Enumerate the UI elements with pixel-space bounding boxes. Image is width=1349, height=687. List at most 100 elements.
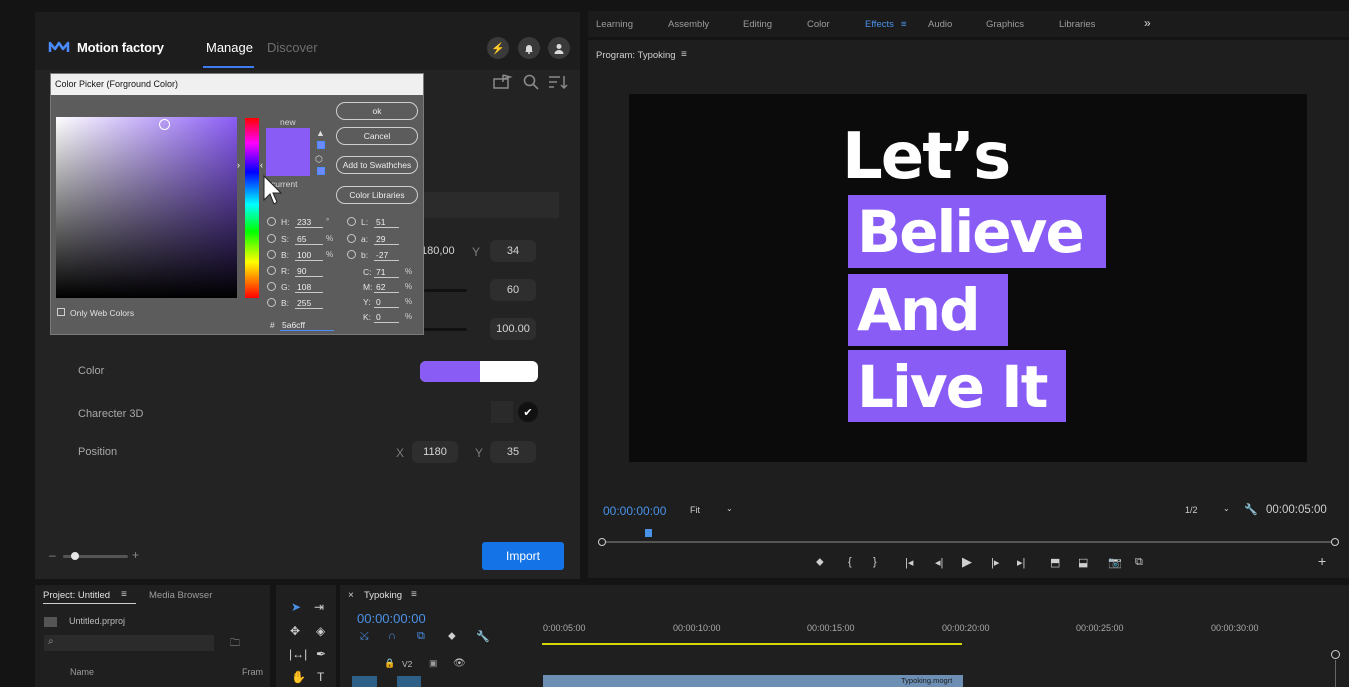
type-tool-icon[interactable]: T (317, 670, 324, 684)
eye-icon[interactable]: 👁 (453, 658, 466, 669)
hue-left-arrow-icon[interactable]: › (237, 160, 240, 170)
new-bin-icon[interactable]: 🗀 (230, 636, 240, 653)
search-icon[interactable] (523, 74, 539, 90)
add-to-swatches-button[interactable]: Add to Swathches (336, 156, 418, 174)
hue-slider[interactable] (245, 118, 259, 298)
workspace-audio[interactable]: Audio (928, 19, 952, 30)
only-web-colors-checkbox[interactable] (57, 308, 65, 316)
workspace-assembly[interactable]: Assembly (668, 19, 709, 30)
radio-s[interactable] (267, 234, 276, 243)
program-scrubber[interactable] (603, 541, 1334, 543)
charecter-3d-checkbox[interactable]: ✔ (518, 402, 538, 422)
add-marker-icon[interactable]: ⬥ (816, 556, 824, 569)
position-x-field[interactable]: 1180 (412, 441, 458, 463)
cancel-button[interactable]: Cancel (336, 127, 418, 145)
workspace-menu-icon[interactable]: ≡ (901, 19, 907, 30)
go-to-in-icon[interactable]: |◂ (905, 556, 913, 569)
sequence-menu-icon[interactable]: ≡ (411, 589, 417, 600)
y-value-field[interactable]: 34 (490, 240, 536, 262)
hand-tool-icon[interactable]: ✋ (291, 670, 306, 684)
a-field[interactable]: 29 (374, 234, 399, 245)
color-field-cursor[interactable] (159, 119, 170, 130)
workspace-color[interactable]: Color (807, 19, 830, 30)
hex-field[interactable]: 5a6cff (280, 320, 334, 331)
close-sequence-icon[interactable]: × (348, 590, 354, 601)
radio-a[interactable] (347, 234, 356, 243)
sync-lock-icon[interactable]: ▣ (429, 658, 438, 669)
comparison-view-icon[interactable]: ⧉ (1135, 556, 1143, 569)
value-field-100[interactable]: 100.00 (490, 318, 536, 340)
snap-icon[interactable]: ∩ (388, 630, 396, 642)
program-menu-icon[interactable]: ≡ (681, 49, 687, 60)
l-field[interactable]: 51 (374, 217, 399, 228)
workspace-graphics[interactable]: Graphics (986, 19, 1024, 30)
step-back-icon[interactable]: ◂| (935, 556, 943, 569)
more-workspaces-icon[interactable]: » (1144, 16, 1151, 30)
track-v1-target[interactable] (397, 676, 421, 687)
color-field[interactable] (56, 117, 237, 298)
work-area-bar[interactable] (542, 643, 962, 645)
video-preview[interactable]: Let’s Believe And Live It (629, 94, 1307, 462)
track-select-tool-icon[interactable]: ⇥ (314, 600, 324, 614)
program-monitor-title[interactable]: Program: Typoking (596, 50, 676, 61)
user-icon[interactable] (548, 37, 570, 59)
workspace-effects[interactable]: Effects (865, 19, 894, 30)
timeline-zoom-handle[interactable] (1331, 650, 1340, 659)
m-field[interactable]: 62 (374, 282, 399, 293)
button-editor-icon[interactable]: + (1318, 553, 1326, 569)
wrench-icon[interactable]: 🔧 (1244, 503, 1258, 516)
razor-tool-icon[interactable]: ◈ (316, 624, 325, 638)
ok-button[interactable]: ok (336, 102, 418, 120)
slider-track-2[interactable] (424, 328, 467, 331)
tab-manage[interactable]: Manage (206, 40, 253, 55)
timeline-marker-icon[interactable]: ⬥ (448, 630, 456, 643)
timeline-vertical-scrollbar[interactable] (1335, 660, 1336, 687)
value-field-60[interactable]: 60 (490, 279, 536, 301)
project-search-input[interactable]: ⌕ (44, 635, 214, 651)
color-swatch-control[interactable] (420, 361, 538, 382)
radio-h[interactable] (267, 217, 276, 226)
lab-b-field[interactable]: -27 (374, 250, 399, 261)
resolution-dropdown[interactable]: 1/2 ⌄ (1181, 503, 1233, 517)
project-menu-icon[interactable]: ≡ (121, 589, 127, 600)
g-field[interactable]: 108 (295, 282, 323, 293)
nest-icon[interactable]: ⤩ (360, 630, 369, 643)
y-field[interactable]: 0 (374, 297, 399, 308)
playhead-marker[interactable] (645, 529, 652, 537)
sort-icon[interactable] (548, 74, 568, 90)
lightning-icon[interactable]: ⚡ (487, 37, 509, 59)
position-y-field[interactable]: 35 (490, 441, 536, 463)
play-icon[interactable]: ▶ (962, 554, 972, 570)
radio-l[interactable] (347, 217, 356, 226)
sequence-tab[interactable]: Typoking (364, 590, 402, 601)
b-field[interactable]: 100 (295, 250, 323, 261)
mark-out-icon[interactable]: } (873, 556, 877, 568)
frame-column-header[interactable]: Fram (242, 667, 263, 677)
slip-tool-icon[interactable]: |↔| (289, 647, 307, 661)
workspace-editing[interactable]: Editing (743, 19, 772, 30)
scrubber-end-handle[interactable] (1331, 538, 1339, 546)
zoom-in-icon[interactable]: + (132, 548, 139, 562)
track-v1-source[interactable] (352, 676, 377, 687)
c-field[interactable]: 71 (374, 267, 399, 278)
h-field[interactable]: 233 (295, 217, 323, 228)
lock-icon[interactable]: 🔒 (384, 658, 395, 669)
k-field[interactable]: 0 (374, 312, 399, 323)
workspace-libraries[interactable]: Libraries (1059, 19, 1095, 30)
position-x-value[interactable]: 180,00 (421, 245, 455, 257)
go-to-out-icon[interactable]: ▸| (1017, 556, 1025, 569)
timeline-clip[interactable]: Typoking.mogrt (543, 675, 963, 687)
export-frame-icon[interactable]: 📷 (1108, 556, 1122, 569)
pen-tool-icon[interactable]: ✒ (316, 647, 326, 661)
cube-icon[interactable]: ⬡ (315, 154, 323, 165)
bell-icon[interactable] (518, 37, 540, 59)
tab-discover[interactable]: Discover (267, 40, 318, 55)
workspace-learning[interactable]: Learning (596, 19, 633, 30)
timeline-timecode[interactable]: 00:00:00:00 (357, 611, 426, 626)
scrubber-start-handle[interactable] (598, 538, 606, 546)
lift-icon[interactable]: ⬒ (1050, 556, 1060, 569)
name-column-header[interactable]: Name (70, 667, 94, 677)
radio-blue[interactable] (267, 298, 276, 307)
zoom-out-icon[interactable]: – (49, 548, 56, 562)
timeline-wrench-icon[interactable]: 🔧 (476, 630, 490, 643)
